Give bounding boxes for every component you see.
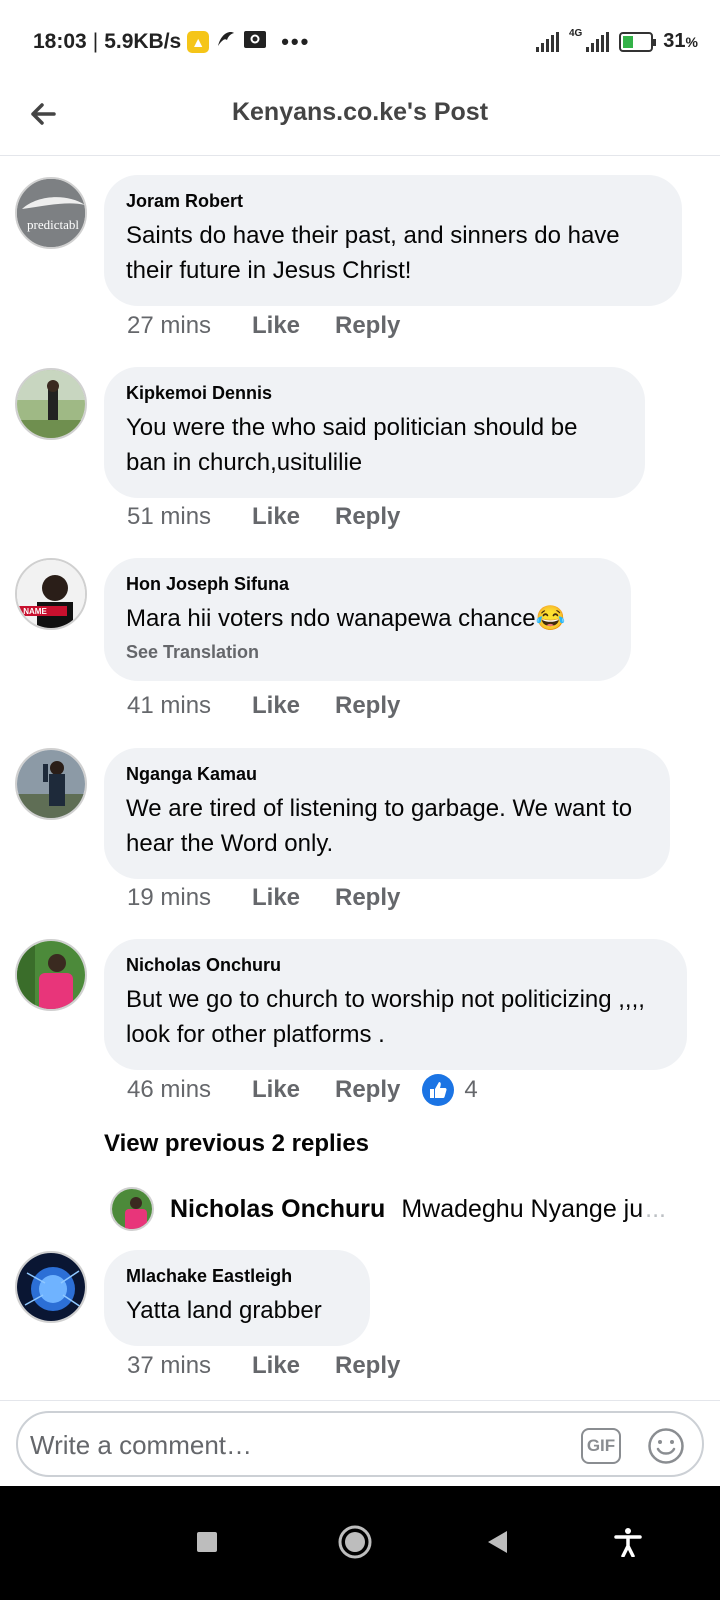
avatar[interactable]: predictabl [15,177,87,249]
reply-button[interactable]: Reply [335,884,400,912]
reply-preview[interactable]: Nicholas Onchuru Mwadeghu Nyange ju ... [110,1187,670,1231]
like-button[interactable]: Like [252,884,335,912]
avatar[interactable] [15,368,87,440]
comment-text: We are tired of listening to garbage. We… [126,795,633,857]
comment-bubble[interactable]: Nganga Kamau We are tired of listening t… [104,748,670,879]
comment-text: Mara hii voters ndo wanapewa chance😂 [126,605,566,632]
comment-time: 46 mins [127,1076,212,1103]
home-icon[interactable] [335,1522,375,1562]
comment-text: But we go to church to worship not polit… [126,986,645,1048]
comment-bubble[interactable]: Nicholas Onchuru But we go to church to … [104,939,687,1070]
comment-author[interactable]: Mlachake Eastleigh [126,1266,348,1287]
like-button[interactable]: Like [252,692,335,720]
like-button[interactable]: Like [252,1352,335,1380]
reply-button[interactable]: Reply [335,312,400,340]
status-left: 18:03 | 5.9KB/s ▲ ••• [33,28,310,56]
status-right: 4G 31% [535,28,698,53]
comment-input[interactable] [30,1425,550,1465]
thumbs-up-icon [422,1074,455,1106]
comment-bubble[interactable]: Hon Joseph Sifuna Mara hii voters ndo wa… [104,558,631,681]
comment-author[interactable]: Nicholas Onchuru [126,955,665,976]
reply-text: Mwadeghu Nyange ju [401,1194,644,1223]
header: Kenyans.co.ke's Post [0,80,720,156]
gif-button[interactable]: GIF [581,1428,621,1464]
comment-time: 37 mins [127,1352,212,1379]
avatar[interactable] [110,1187,154,1231]
system-nav-bar [0,1486,720,1600]
reaction-count: 4 [464,1076,478,1103]
signal-4g-icon [586,31,610,52]
status-bar: 18:03 | 5.9KB/s ▲ ••• 4G 31% [0,0,720,80]
comment-actions: 41 mins Like Reply [127,692,400,720]
status-separator: | [92,30,99,53]
emoji-icon[interactable] [647,1427,685,1465]
see-translation-link[interactable]: See Translation [126,642,609,663]
like-button[interactable]: Like [252,312,335,340]
comment-time: 41 mins [127,692,212,719]
view-previous-replies-link[interactable]: View previous 2 replies [104,1130,369,1158]
reply-button[interactable]: Reply [335,692,400,720]
comment-bubble[interactable]: Mlachake Eastleigh Yatta land grabber [104,1250,370,1346]
reply-button[interactable]: Reply [335,503,400,531]
network-type-label: 4G [568,28,583,39]
svg-text:NAME: NAME [23,607,47,616]
comment-author[interactable]: Joram Robert [126,191,660,212]
comment-bubble[interactable]: Kipkemoi Dennis You were the who said po… [104,367,645,498]
reply-author[interactable]: Nicholas Onchuru [170,1195,385,1224]
status-time: 18:03 [33,30,87,53]
reply-ellipsis: ... [645,1194,666,1223]
comment-text: Yatta land grabber [126,1297,322,1324]
comment-actions: 27 mins Like Reply [127,312,400,340]
reply-button[interactable]: Reply [335,1076,400,1104]
avatar[interactable] [15,748,87,820]
battery-icon [619,31,657,52]
comment-author[interactable]: Nganga Kamau [126,764,648,785]
comment-actions: 46 mins Like Reply 4 [127,1074,478,1106]
back-icon[interactable] [478,1522,518,1562]
like-button[interactable]: Like [252,1076,335,1104]
comment-time: 51 mins [127,503,212,530]
comment-actions: 37 mins Like Reply [127,1352,400,1380]
avatar[interactable] [15,1251,87,1323]
comment-composer: GIF [16,1411,704,1477]
signal-icon [535,31,559,52]
comment-bubble[interactable]: Joram Robert Saints do have their past, … [104,175,682,306]
avatar[interactable]: NAME [15,558,87,630]
accessibility-icon[interactable] [608,1522,648,1562]
svg-text:predictabl: predictabl [27,217,79,232]
reply-button[interactable]: Reply [335,1352,400,1380]
comment-actions: 51 mins Like Reply [127,503,400,531]
comment-text: Saints do have their past, and sinners d… [126,222,620,284]
status-speed: 5.9KB/s [104,30,182,53]
recents-icon[interactable] [187,1522,227,1562]
comment-composer-area: GIF [0,1400,720,1486]
comment-actions: 19 mins Like Reply [127,884,400,912]
bird-app-icon [215,28,237,56]
comment-text: You were the who said politician should … [126,414,578,476]
like-button[interactable]: Like [252,503,335,531]
more-notifications-icon: ••• [281,29,311,54]
camera-app-icon [243,28,267,56]
comment-time: 27 mins [127,312,212,339]
lock-app-icon: ▲ [187,31,210,53]
comment-author[interactable]: Hon Joseph Sifuna [126,574,609,595]
comment-author[interactable]: Kipkemoi Dennis [126,383,623,404]
comment-time: 19 mins [127,884,212,911]
page-title: Kenyans.co.ke's Post [231,98,489,126]
reaction-summary[interactable]: 4 [422,1074,478,1106]
avatar[interactable] [15,939,87,1011]
battery-level: 31% [663,30,698,52]
